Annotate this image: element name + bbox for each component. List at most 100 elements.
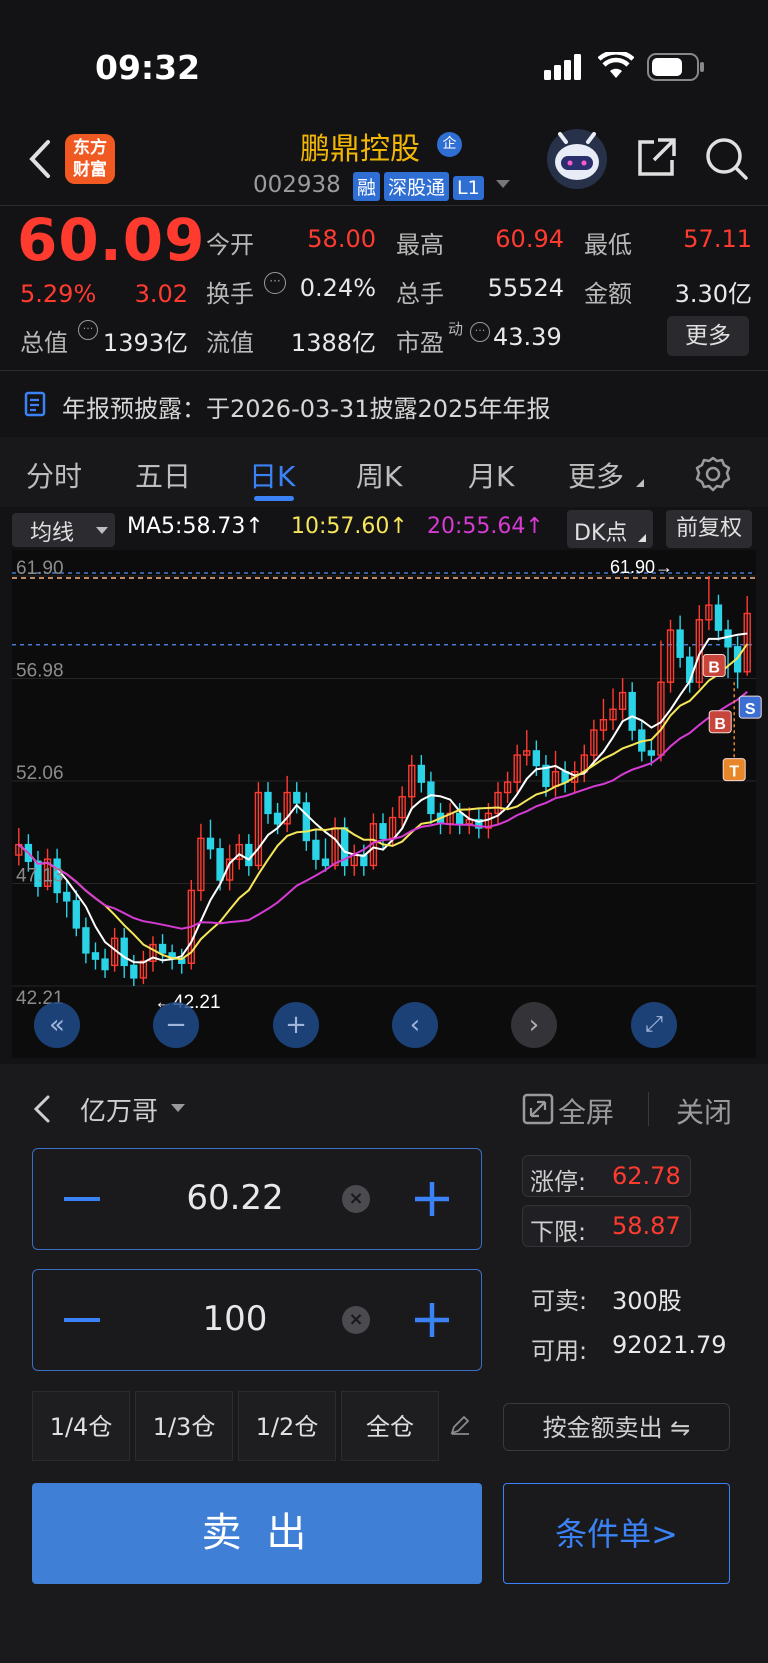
logo-line2: 财富: [73, 160, 107, 180]
candle-body: [676, 629, 684, 658]
minus-icon[interactable]: [64, 1318, 100, 1322]
candle-body: [158, 943, 167, 954]
pe-value: 43.39: [493, 323, 562, 351]
candle-body: [264, 791, 272, 815]
y-tick-label: 56.98: [16, 661, 64, 682]
plus-icon[interactable]: [413, 1301, 451, 1343]
triangle-icon: [638, 534, 646, 542]
sell-by-amount-button[interactable]: 按金额卖出 ⇋: [503, 1403, 730, 1451]
candle-body: [647, 750, 656, 756]
candle-body: [91, 952, 100, 960]
collapse-chevron-icon[interactable]: [32, 1093, 52, 1129]
expand-icon[interactable]: [522, 1093, 554, 1129]
candle-body: [456, 812, 464, 825]
plus-icon[interactable]: [413, 1180, 451, 1222]
account-name[interactable]: 亿万哥: [80, 1091, 158, 1128]
tag-connect: 深股通: [384, 172, 450, 201]
close-button[interactable]: 关闭: [676, 1091, 732, 1131]
limit-down-value: 58.87: [612, 1212, 681, 1240]
candle-body: [302, 802, 310, 842]
turnover-label: 换手: [206, 280, 254, 308]
low-label: 最低: [584, 231, 632, 259]
status-time: 09:32: [95, 48, 201, 87]
company-badge: 企: [437, 132, 462, 157]
price-input[interactable]: 60.22: [150, 1178, 320, 1218]
float-cap-label: 流值: [206, 329, 254, 357]
current-price: 60.09: [17, 206, 206, 274]
indicator-dropdown[interactable]: 均线: [12, 513, 115, 547]
edit-pencil-icon[interactable]: [449, 1414, 471, 1440]
document-icon: [24, 391, 48, 421]
notice-text[interactable]: 年报预披露：于2026-03-31披露2025年年报: [62, 389, 551, 424]
scroll-left-icon[interactable]: ‹: [392, 1002, 438, 1048]
indicator-label: 均线: [30, 521, 75, 546]
clear-icon[interactable]: ×: [342, 1185, 370, 1213]
screen: { "status_bar":{"time":"09:32"}, "header…: [0, 0, 768, 1663]
limit-up-box[interactable]: 涨停: 62.78: [522, 1155, 691, 1197]
y-tick-label: 47.13: [16, 866, 64, 887]
tab-monthly-k[interactable]: 月K: [468, 455, 514, 495]
tab-daily-k[interactable]: 日K: [249, 455, 295, 495]
share-icon[interactable]: [634, 136, 678, 184]
candle-body: [101, 958, 109, 971]
float-cap-value: 1388亿: [290, 329, 376, 357]
scroll-right-icon[interactable]: ›: [511, 1002, 557, 1048]
scroll-start-icon[interactable]: «: [34, 1002, 80, 1048]
high-value: 60.94: [495, 225, 564, 253]
search-icon[interactable]: [704, 136, 750, 186]
chart-area: [12, 550, 756, 1058]
zoom-in-icon[interactable]: +: [273, 1002, 319, 1048]
tab-intraday[interactable]: 分时: [26, 455, 82, 495]
candlestick-chart[interactable]: 61.9056.9852.0647.1342.21 61.90→←42.21BS…: [0, 548, 768, 1060]
high-label: 最高: [396, 231, 444, 259]
sell-button[interactable]: 卖 出: [32, 1483, 482, 1584]
fullscreen-button[interactable]: 全屏: [558, 1091, 614, 1131]
sellable-label: 可卖:: [531, 1287, 588, 1315]
position-full-button[interactable]: 全仓: [341, 1391, 439, 1461]
info-icon[interactable]: ···: [264, 272, 286, 294]
candle-body: [379, 823, 387, 840]
available-value: 92021.79: [612, 1331, 727, 1359]
back-icon[interactable]: [26, 138, 52, 184]
sellable-value: 300股: [612, 1287, 682, 1315]
info-icon[interactable]: ···: [470, 322, 490, 342]
robot-assistant-icon[interactable]: [546, 128, 608, 194]
candle-body: [273, 812, 282, 825]
position-quarter-button[interactable]: 1/4仓: [32, 1391, 130, 1461]
wifi-icon: [597, 50, 635, 84]
open-value: 58.00: [307, 225, 376, 253]
minus-icon[interactable]: [64, 1197, 100, 1201]
dk-point-button[interactable]: DK点: [567, 510, 653, 548]
tab-five-day[interactable]: 五日: [135, 455, 191, 495]
triangle-icon: [636, 479, 644, 487]
position-half-button[interactable]: 1/2仓: [238, 1391, 336, 1461]
chevron-down-icon[interactable]: [171, 1104, 185, 1112]
candle-body: [72, 900, 80, 929]
limit-down-box[interactable]: 下限: 58.87: [522, 1205, 691, 1247]
zoom-out-icon[interactable]: −: [153, 1002, 199, 1048]
y-tick-label: 52.06: [16, 763, 64, 784]
battery-icon: [647, 53, 705, 85]
adjustment-button[interactable]: 前复权: [666, 510, 752, 548]
clear-icon[interactable]: ×: [342, 1306, 370, 1334]
tag-level: L1: [453, 176, 484, 200]
turnover-value: 0.24%: [299, 274, 376, 302]
fullscreen-chart-icon[interactable]: ⤢: [631, 1002, 677, 1048]
tab-more[interactable]: 更多: [568, 455, 624, 495]
more-button[interactable]: 更多: [667, 316, 749, 356]
candle-body: [293, 791, 301, 804]
tab-weekly-k[interactable]: 周K: [356, 455, 402, 495]
settings-gear-icon[interactable]: [694, 455, 732, 497]
available-label: 可用:: [531, 1337, 588, 1365]
info-icon[interactable]: ···: [78, 320, 98, 340]
limit-down-label: 下限:: [530, 1218, 587, 1246]
candle-body: [120, 937, 128, 967]
position-third-button[interactable]: 1/3仓: [135, 1391, 233, 1461]
chevron-down-icon[interactable]: [496, 180, 510, 188]
active-tab-indicator: [254, 496, 294, 501]
quantity-input[interactable]: 100: [150, 1299, 320, 1339]
trade-marker-label: B: [708, 660, 720, 677]
market-cap-value: 1393亿: [102, 329, 188, 357]
condition-order-button[interactable]: 条件单>: [503, 1483, 730, 1584]
chevron-down-icon: [96, 527, 108, 534]
